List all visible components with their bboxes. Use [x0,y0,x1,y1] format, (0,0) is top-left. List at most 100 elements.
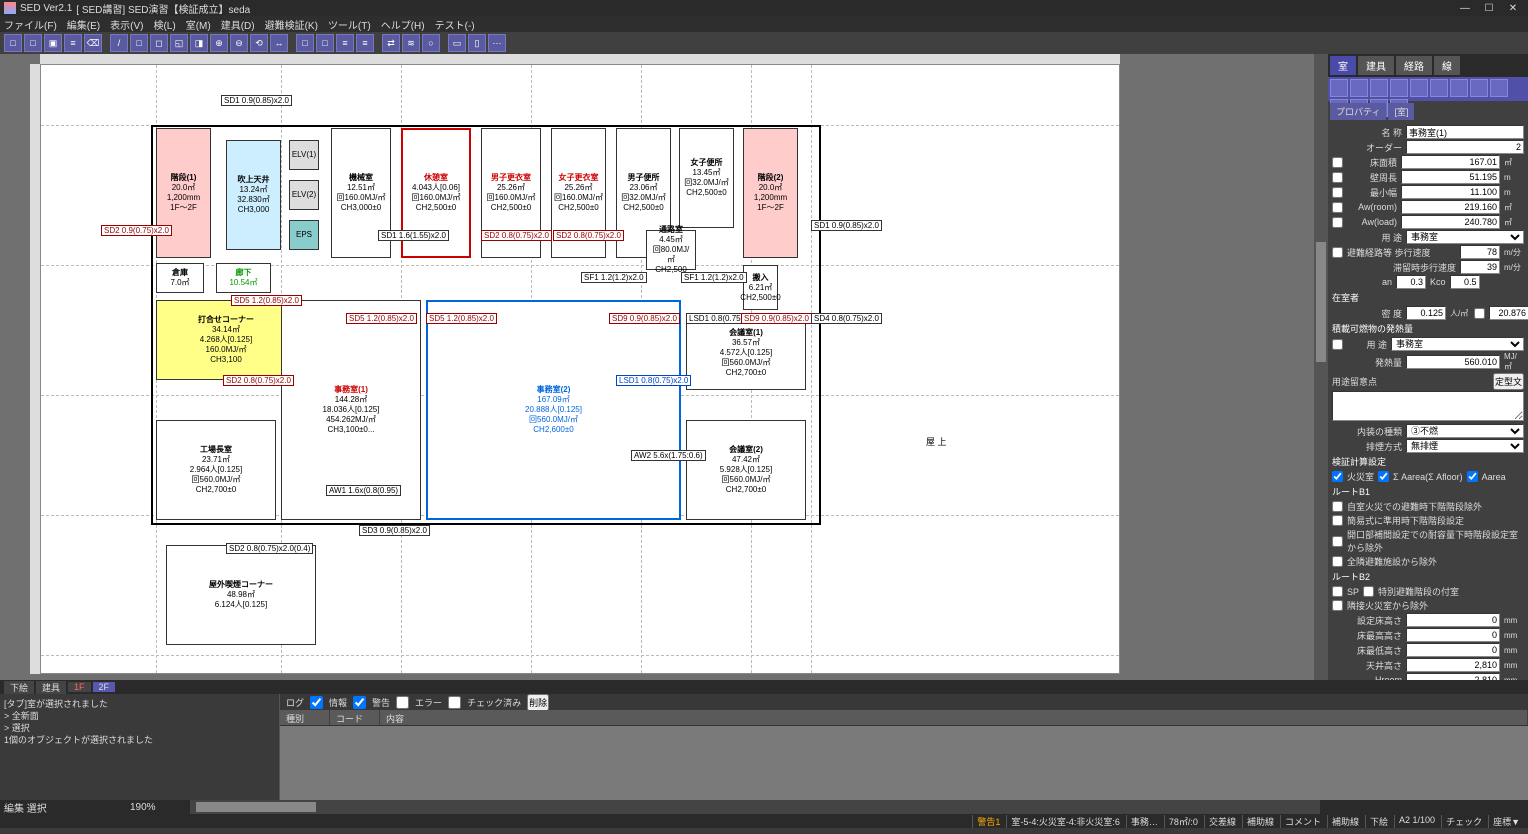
pal-8[interactable] [1490,79,1508,97]
room-entrance[interactable]: 搬入 6.21㎡CH2,500±0 [743,265,778,310]
maximize-button[interactable]: ☐ [1478,1,1500,15]
awroom-input[interactable] [1401,200,1500,214]
awload-input[interactable] [1401,215,1500,229]
chk-awload[interactable] [1332,217,1343,228]
menu-test[interactable]: テスト(-) [435,17,475,32]
prop-tab-property[interactable]: プロパティ [1330,103,1386,120]
tool-10[interactable]: ⊕ [210,34,228,52]
tool-7[interactable]: ◻ [150,34,168,52]
room-factory[interactable]: 工場長室 23.71㎡2.964人[0.125]回560.0MJ/㎡CH2,70… [156,420,276,520]
chk-warn[interactable] [353,696,366,709]
label-sd2-bot[interactable]: SD2 0.8(0.75)x2.0(0.4) [226,543,313,554]
pal-7[interactable] [1470,79,1488,97]
room-outdoor[interactable]: 屋外喫煙コーナー 48.98㎡6.124人[0.125] [166,545,316,645]
room-ceiling[interactable]: 吹上天井 13.24㎡ 32.830㎡ CH3,000 [226,140,281,250]
tool-12[interactable]: ⟲ [250,34,268,52]
status-comment[interactable]: コメント [1280,815,1325,828]
tool-14[interactable]: □ [296,34,314,52]
heat-input[interactable] [1406,355,1500,369]
an-input[interactable] [1396,275,1426,289]
tool-5[interactable]: / [110,34,128,52]
tool-2[interactable]: ▣ [44,34,62,52]
chk-b1-4[interactable] [1332,556,1343,567]
label-sd1-mid[interactable]: SD1 1.6(1.55)x2.0 [378,230,449,241]
hroom-input[interactable] [1406,673,1500,680]
tool-20[interactable]: ○ [422,34,440,52]
status-aux2[interactable]: 補助線 [1327,815,1363,828]
label-sd5-wait[interactable]: SD5 1.2(0.85)x2.0 [231,295,302,306]
chk-sp[interactable] [1332,586,1343,597]
evacspeed-input[interactable] [1460,245,1500,259]
label-sd2-wait[interactable]: SD2 0.8(0.75)x2.0 [223,375,294,386]
status-under[interactable]: 下絵 [1365,815,1392,828]
label-aw2[interactable]: AW2 5.6x(1.75:0.6) [631,450,706,461]
kco-input[interactable] [1450,275,1480,289]
panel-tab-route[interactable]: 経路 [1396,56,1432,75]
menu-room[interactable]: 室(M) [186,17,211,32]
order-input[interactable] [1406,140,1524,154]
fixed-text-button[interactable]: 定型文 [1493,373,1524,390]
chk-sp2[interactable] [1363,586,1374,597]
label-sf1-a[interactable]: SF1 1.2(1.2)x2.0 [581,272,647,283]
tool-0[interactable]: □ [4,34,22,52]
ceil-h-input[interactable] [1406,658,1500,672]
chk-b1-2[interactable] [1332,515,1343,526]
label-lsd1-b[interactable]: LSD1 0.8(0.75)x2.0 [616,375,691,386]
vertical-scrollbar[interactable] [1314,54,1328,680]
panel-tab-line[interactable]: 線 [1434,56,1460,75]
label-sd2-l[interactable]: SD2 0.9(0.75)x2.0 [101,225,172,236]
label-sd9-r[interactable]: SD9 0.9(0.85)x2.0 [741,313,812,324]
chk-checked[interactable] [448,696,461,709]
pal-select[interactable] [1330,79,1348,97]
label-sd9[interactable]: SD9 0.9(0.85)x2.0 [609,313,680,324]
menu-edit[interactable]: 編集(E) [67,17,100,32]
pal-5[interactable] [1430,79,1448,97]
room-wait[interactable]: 打合せコーナー 34.14㎡4.268人[0.125]160.0MJ/㎡CH3,… [156,300,296,380]
tab-1f[interactable]: 1F [68,682,91,692]
tool-23[interactable]: ⋯ [488,34,506,52]
status-snap[interactable]: 交差線 [1204,815,1240,828]
room-corridor[interactable]: 通路室 4.45㎡回80.0MJ/㎡CH2,500 [646,230,696,270]
label-sd3[interactable]: SD3 0.9(0.85)x2.0 [359,525,430,536]
close-button[interactable]: ✕ [1502,1,1524,15]
tool-21[interactable]: ▭ [448,34,466,52]
interior-select[interactable]: ③不燃 [1406,424,1524,438]
room-office2-selected[interactable]: 事務室(2) 167.09㎡20.888人[0.125]回560.0MJ/㎡CH… [426,300,681,520]
menu-file[interactable]: ファイル(F) [4,17,57,32]
floor-h-input[interactable] [1406,613,1500,627]
tool-6[interactable]: □ [130,34,148,52]
pal-1[interactable] [1350,79,1368,97]
tool-16[interactable]: ≡ [336,34,354,52]
canvas-area[interactable]: 階段(1) 20.0㎡ 1,200mm 1F～2F 吹上天井 13.24㎡ 32… [0,54,1328,680]
room-stair2[interactable]: 階段(2) 20.0㎡1,200mm1F～2F [743,128,798,258]
room-kura[interactable]: 倉庫 7.0㎡ [156,263,204,293]
tool-11[interactable]: ⊖ [230,34,248,52]
drawing-canvas[interactable]: 階段(1) 20.0㎡ 1,200mm 1F～2F 吹上天井 13.24㎡ 32… [40,64,1120,674]
chk-fire[interactable] [1332,471,1343,482]
room-meet1[interactable]: 会議室(1) 36.57㎡4.572人[0.125]回560.0MJ/㎡CH2,… [686,315,806,390]
status-coord2[interactable]: 座標▼ [1488,815,1524,828]
tab-base[interactable]: 下絵 [4,681,34,694]
prop-tab-room[interactable]: [室] [1388,103,1414,120]
tool-18[interactable]: ⇄ [382,34,400,52]
smokespeed-input[interactable] [1460,260,1500,274]
room-eps[interactable]: EPS [289,220,319,250]
label-sd1-r[interactable]: SD1 0.9(0.85)x2.0 [811,220,882,231]
menu-verify[interactable]: 検(L) [153,17,175,32]
room-meet2[interactable]: 会議室(2) 47.42㎡5.928人[0.125]回560.0MJ/㎡CH2,… [686,420,806,520]
chk-floor-area[interactable] [1332,157,1343,168]
usage-notes-input[interactable] [1332,391,1524,421]
tool-17[interactable]: ≡ [356,34,374,52]
floor-min-input[interactable] [1406,643,1500,657]
log-delete-button[interactable]: 削除 [527,694,549,711]
pal-3[interactable] [1390,79,1408,97]
tool-22[interactable]: ▯ [468,34,486,52]
label-sd1-top[interactable]: SD1 0.9(0.85)x2.0 [221,95,292,106]
label-sd5-b[interactable]: SD5 1.2(0.85)x2.0 [426,313,497,324]
status-aux[interactable]: 補助線 [1242,815,1278,828]
occ-input[interactable] [1489,306,1528,320]
chk-area[interactable] [1378,471,1389,482]
room-rouka[interactable]: 廊下 10.54㎡ [216,263,271,293]
chk-minw[interactable] [1332,187,1343,198]
log-body[interactable] [280,726,1528,800]
